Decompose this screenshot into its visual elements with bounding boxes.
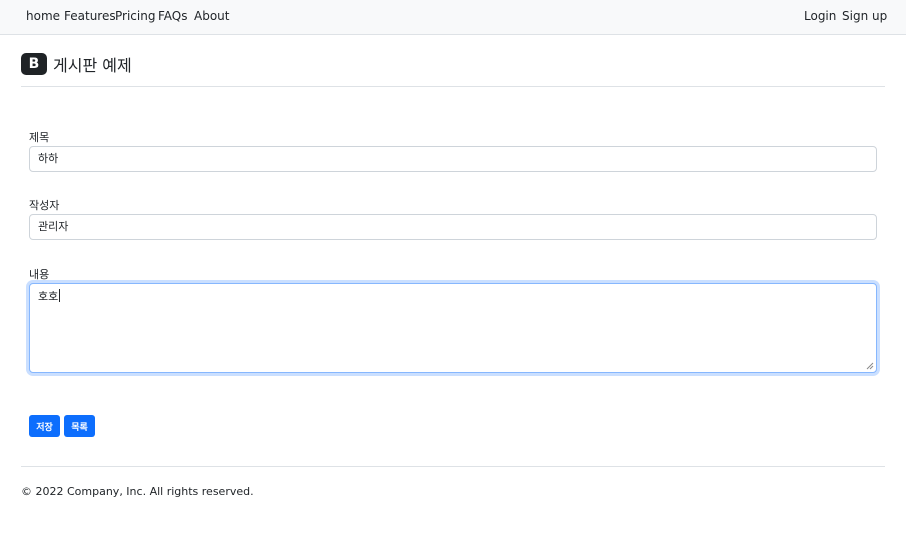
nav-link-pricing[interactable]: Pricing <box>115 9 155 23</box>
resize-handle-icon[interactable] <box>866 362 874 370</box>
footer-divider <box>21 466 885 467</box>
writer-label: 작성자 <box>29 199 60 212</box>
content-label: 내용 <box>29 268 50 281</box>
writer-input[interactable]: 관리자 <box>29 214 877 240</box>
nav-link-signup[interactable]: Sign up <box>842 9 887 23</box>
title-label: 제목 <box>29 131 50 144</box>
content-text: 호호 <box>38 290 59 303</box>
nav-link-login[interactable]: Login <box>804 9 836 23</box>
title-input[interactable]: 하하 <box>29 146 877 172</box>
footer-copyright: © 2022 Company, Inc. All rights reserved… <box>21 485 254 498</box>
nav-link-features[interactable]: Features <box>64 9 116 23</box>
brand[interactable]: B 게시판 예제 <box>21 52 132 76</box>
top-navbar: home Features Pricing FAQs About Login S… <box>0 0 906 35</box>
text-caret <box>59 289 61 302</box>
bootstrap-logo-icon: B <box>21 53 47 75</box>
list-button[interactable]: 목록 <box>64 415 95 437</box>
nav-link-home[interactable]: home <box>26 9 60 23</box>
save-button[interactable]: 저장 <box>29 415 60 437</box>
page-title: 게시판 예제 <box>53 56 132 75</box>
header-divider <box>21 86 885 87</box>
nav-link-about[interactable]: About <box>194 9 229 23</box>
nav-link-faqs[interactable]: FAQs <box>158 9 188 23</box>
content-textarea[interactable]: 호호 <box>29 283 877 373</box>
